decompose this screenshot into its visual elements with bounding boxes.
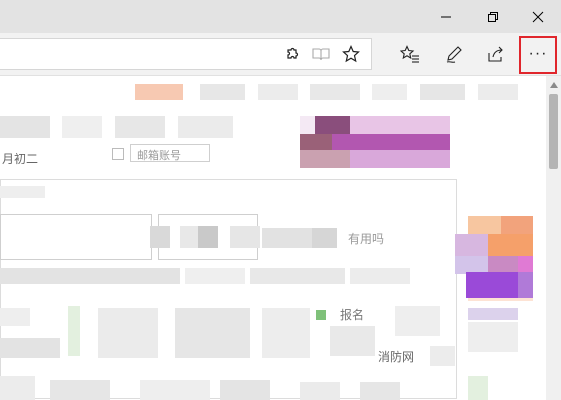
blur-block: [262, 308, 310, 358]
blurred-text: 有用吗: [348, 232, 385, 246]
close-button[interactable]: [515, 0, 561, 33]
blur-block: [178, 116, 233, 138]
blur-block: [455, 234, 488, 256]
vertical-scrollbar[interactable]: [546, 76, 561, 400]
blur-block: [350, 116, 450, 134]
favorite-star-icon: [342, 45, 360, 63]
blur-block: [350, 150, 450, 168]
blur-block: [185, 268, 245, 284]
favorites-list-icon: [400, 45, 419, 63]
blur-block: [315, 116, 350, 134]
page-content: 月初二 邮箱账号 有用吗 报名 消防网: [0, 76, 546, 400]
checkbox-icon[interactable]: [112, 148, 124, 160]
blur-block: [468, 216, 501, 234]
blur-block: [175, 308, 250, 358]
blur-block: [230, 226, 260, 248]
minimize-icon: [441, 16, 451, 17]
restore-icon: [488, 11, 498, 22]
blur-block: [300, 382, 340, 400]
blur-block: [316, 310, 326, 320]
blur-block: [488, 234, 533, 256]
blur-block: [0, 376, 35, 400]
blur-block: [68, 306, 80, 356]
blur-block: [98, 308, 158, 358]
blur-block: [501, 216, 533, 234]
browser-toolbar: ···: [0, 33, 561, 76]
blur-block: [258, 84, 298, 100]
share-icon: [488, 46, 503, 62]
blur-block: [468, 308, 518, 320]
blur-block: [372, 84, 407, 100]
blur-block: [330, 326, 375, 356]
blur-block: [0, 308, 30, 326]
blur-block: [200, 84, 245, 100]
blur-block: [468, 322, 518, 352]
notes-button[interactable]: [436, 33, 472, 75]
blur-block: [518, 272, 533, 298]
more-button-highlight: [519, 36, 557, 74]
blur-block: [395, 306, 440, 336]
blur-block: [135, 84, 183, 100]
restore-button[interactable]: [470, 0, 516, 33]
blur-block: [332, 134, 450, 150]
blur-block: [220, 380, 270, 400]
blur-block: [0, 338, 60, 358]
blur-block: [300, 134, 332, 150]
blurred-text: 消防网: [378, 350, 415, 364]
content-card: [0, 214, 152, 260]
title-bar: [0, 0, 561, 33]
blurred-text: 报名: [340, 308, 365, 322]
blur-block: [300, 150, 350, 168]
blur-block: [360, 382, 400, 400]
blur-block: [250, 268, 345, 284]
extension-icon: [287, 47, 299, 59]
blur-block: [350, 268, 410, 284]
address-bar[interactable]: [0, 38, 372, 70]
scroll-up-button[interactable]: [546, 78, 561, 92]
chevron-up-icon: [549, 82, 558, 88]
blur-block: [140, 380, 210, 400]
blur-block: [466, 272, 518, 298]
blur-block: [115, 116, 165, 138]
blur-block: [468, 376, 488, 400]
blur-block: [0, 268, 180, 284]
close-icon: [532, 11, 544, 22]
blur-block: [478, 84, 518, 100]
blur-block: [50, 380, 110, 400]
pen-icon: [446, 46, 462, 63]
blurred-text: 邮箱账号: [137, 150, 181, 162]
blur-block: [310, 84, 360, 100]
blur-block: [0, 116, 50, 138]
blur-block: [430, 346, 455, 366]
blur-block: [312, 228, 337, 248]
blur-block: [150, 226, 170, 248]
blur-block: [0, 186, 45, 198]
favorite-button[interactable]: [333, 39, 369, 69]
content-panel: [0, 179, 457, 399]
scroll-thumb[interactable]: [549, 94, 558, 169]
blur-block: [420, 84, 465, 100]
share-button[interactable]: [478, 33, 514, 75]
minimize-button[interactable]: [423, 0, 469, 33]
login-input-box[interactable]: 邮箱账号: [130, 144, 210, 162]
reading-view-icon: [312, 48, 330, 61]
blur-block: [262, 228, 312, 248]
blurred-text: 月初二: [2, 152, 39, 166]
blur-block: [62, 116, 102, 138]
favorites-list-button[interactable]: [392, 33, 428, 75]
blur-block: [198, 226, 218, 248]
